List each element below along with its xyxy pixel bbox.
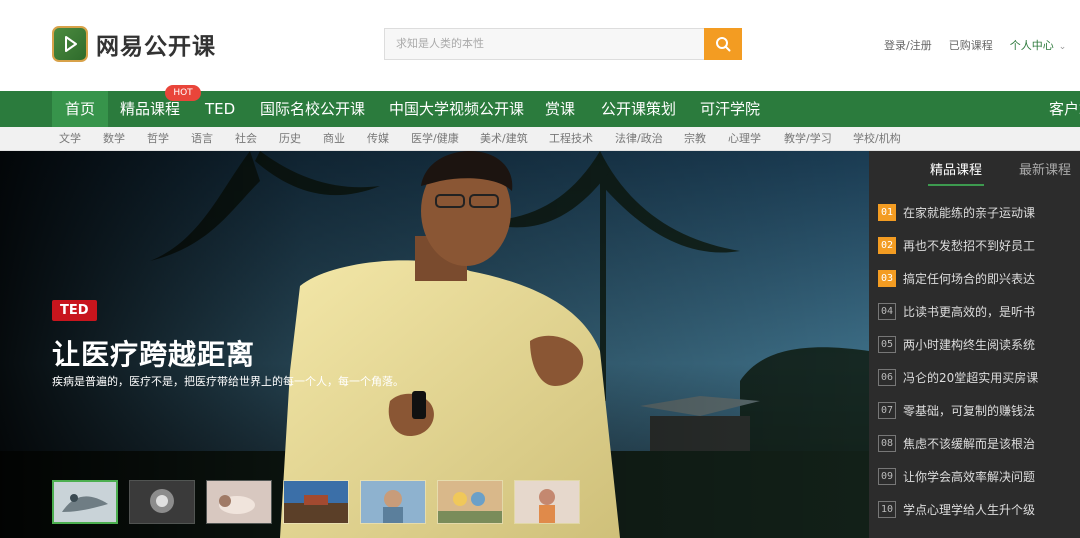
rank-badge: 06: [878, 368, 896, 386]
category-item[interactable]: 哲学: [147, 127, 169, 151]
nav-item-khan[interactable]: 可汗学院: [700, 91, 760, 127]
list-item[interactable]: 06 冯仑的20堂超实用买房课: [878, 368, 1038, 386]
purchased-link[interactable]: 已购课程: [949, 37, 993, 53]
hero-thumbnail[interactable]: [360, 480, 426, 524]
hero-thumbnail[interactable]: [129, 480, 195, 524]
category-item[interactable]: 历史: [279, 127, 301, 151]
hero-thumbnail[interactable]: [283, 480, 349, 524]
course-title: 冯仑的20堂超实用买房课: [903, 370, 1039, 385]
hero-title[interactable]: 让医疗跨越距离: [52, 333, 255, 373]
list-item[interactable]: 10 学点心理学给人生升个级: [878, 500, 1035, 518]
category-item[interactable]: 文学: [59, 127, 81, 151]
brand-name: 网易公开课: [96, 34, 216, 60]
nav-item-shangke[interactable]: 赏课: [545, 91, 575, 127]
rank-badge: 04: [878, 302, 896, 320]
category-bar: 文学 数学 哲学 语言 社会 历史 商业 传媒 医学/健康 美术/建筑 工程技术…: [0, 127, 1080, 151]
logo[interactable]: 网易公开课: [52, 26, 216, 62]
course-title: 两小时建构终生阅读系统: [903, 337, 1036, 352]
ted-tag: TED: [52, 300, 97, 321]
login-link[interactable]: 登录/注册: [884, 37, 932, 53]
search-input[interactable]: 求知是人类的本性: [384, 28, 704, 60]
rank-badge: 10: [878, 500, 896, 518]
nav-item-ted[interactable]: TED: [205, 91, 235, 127]
rank-badge: 07: [878, 401, 896, 419]
course-title: 学点心理学给人生升个级: [903, 502, 1036, 517]
category-item[interactable]: 教学/学习: [784, 127, 832, 151]
list-item[interactable]: 05 两小时建构终生阅读系统: [878, 335, 1035, 353]
play-icon: [52, 26, 88, 62]
rank-badge: 03: [878, 269, 896, 287]
nav-item-intl[interactable]: 国际名校公开课: [260, 91, 365, 127]
list-item[interactable]: 09 让你学会高效率解决问题: [878, 467, 1035, 485]
header: 网易公开课 求知是人类的本性 登录/注册 已购课程 个人中心⌄ +: [0, 0, 1080, 91]
rank-badge: 08: [878, 434, 896, 452]
hero-thumbnails: [52, 480, 591, 524]
category-item[interactable]: 美术/建筑: [480, 127, 528, 151]
nav-item-china-univ[interactable]: 中国大学视频公开课: [389, 91, 524, 127]
hero-thumbnail[interactable]: [437, 480, 503, 524]
course-ranking-panel: 精品课程 最新课程 01 在家就能练的亲子运动课 02 再也不发愁招不到好员工 03…: [869, 151, 1080, 538]
course-title: 比读书更高效的，是听书: [903, 304, 1036, 319]
hero-subtitle: 疾病是普遍的，医疗不是，把医疗带给世界上的每一个人，每一个角落。: [52, 375, 404, 388]
rank-badge: 09: [878, 467, 896, 485]
hero-thumbnail[interactable]: [514, 480, 580, 524]
category-item[interactable]: 工程技术: [549, 127, 593, 151]
panel-tabs: 精品课程 最新课程: [869, 151, 1080, 187]
category-item[interactable]: 商业: [323, 127, 345, 151]
category-item[interactable]: 医学/健康: [411, 127, 459, 151]
rank-badge: 05: [878, 335, 896, 353]
category-item[interactable]: 心理学: [728, 127, 761, 151]
tab-latest-courses[interactable]: 最新课程: [1019, 159, 1071, 178]
category-item[interactable]: 传媒: [367, 127, 389, 151]
course-title: 焦虑不该缓解而是该根治: [903, 436, 1036, 451]
course-title: 再也不发愁招不到好员工: [903, 238, 1036, 253]
search-icon: [716, 37, 731, 52]
category-item[interactable]: 数学: [103, 127, 125, 151]
chevron-down-icon: ⌄: [1058, 42, 1067, 52]
hero-thumbnail[interactable]: [206, 480, 272, 524]
category-item[interactable]: 学校/机构: [853, 127, 901, 151]
list-item[interactable]: 01 在家就能练的亲子运动课: [878, 203, 1035, 221]
category-item[interactable]: 法律/政治: [615, 127, 663, 151]
nav-item-client[interactable]: 客户端: [1049, 91, 1080, 127]
rank-badge: 01: [878, 203, 896, 221]
category-item[interactable]: 社会: [235, 127, 257, 151]
rank-badge: 02: [878, 236, 896, 254]
nav-item-home[interactable]: 首页: [52, 91, 109, 127]
list-item[interactable]: 02 再也不发愁招不到好员工: [878, 236, 1035, 254]
tab-underline: [928, 184, 984, 186]
hero-thumbnail[interactable]: [52, 480, 118, 524]
category-item[interactable]: 语言: [191, 127, 213, 151]
course-title: 让你学会高效率解决问题: [903, 469, 1036, 484]
user-center-link[interactable]: 个人中心 ⌄: [1010, 37, 1067, 53]
course-title: 在家就能练的亲子运动课: [903, 205, 1036, 220]
list-item[interactable]: 07 零基础，可复制的赚钱法: [878, 401, 1035, 419]
hero-banner[interactable]: TED 让医疗跨越距离 疾病是普遍的，医疗不是，把医疗带给世界上的每一个人，每一…: [0, 151, 869, 538]
main-nav: 首页 精品课程 TED 国际名校公开课 中国大学视频公开课 赏课 公开课策划 可…: [0, 91, 1080, 127]
list-item[interactable]: 04 比读书更高效的，是听书: [878, 302, 1035, 320]
top-links: 登录/注册 已购课程 个人中心⌄ +: [884, 37, 1080, 53]
course-title: 零基础，可复制的赚钱法: [903, 403, 1036, 418]
list-item[interactable]: 03 搞定任何场合的即兴表达: [878, 269, 1035, 287]
tab-premium-courses[interactable]: 精品课程: [930, 159, 982, 178]
list-item[interactable]: 08 焦虑不该缓解而是该根治: [878, 434, 1035, 452]
search-button[interactable]: [704, 28, 742, 60]
course-title: 搞定任何场合的即兴表达: [903, 271, 1036, 286]
hot-badge: HOT: [165, 85, 201, 101]
category-item[interactable]: 宗教: [684, 127, 706, 151]
nav-item-planning[interactable]: 公开课策划: [601, 91, 676, 127]
